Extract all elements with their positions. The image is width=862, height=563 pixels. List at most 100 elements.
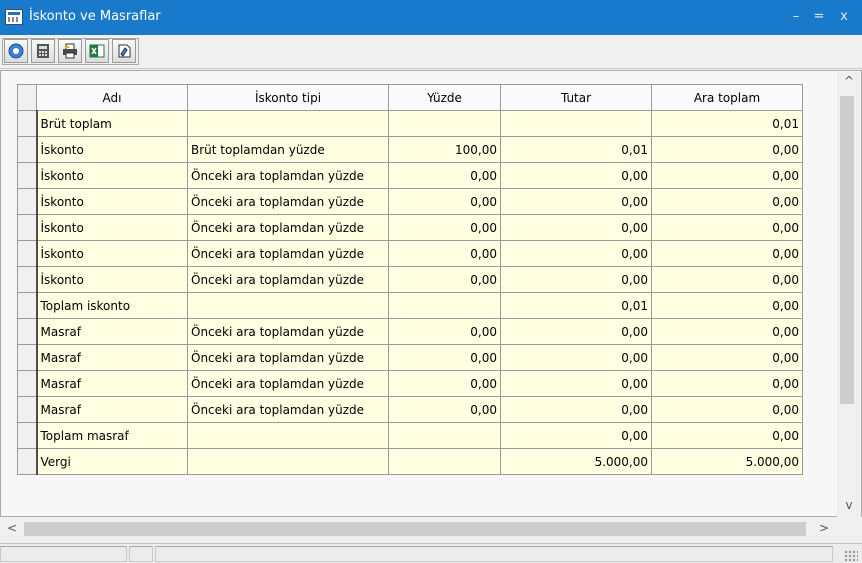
column-header-amount[interactable]: Tutar [500, 84, 652, 111]
table-row[interactable]: Toplam masraf 0,00 0,00 [17, 422, 803, 449]
row-selector[interactable] [17, 266, 38, 293]
cell-amount[interactable] [500, 110, 652, 137]
table-row[interactable]: Masraf Önceki ara toplamdan yüzde 0,00 0,00… [17, 370, 803, 397]
table-row[interactable]: İskonto Brüt toplamdan yüzde 100,00 0,01 0,0… [17, 136, 803, 163]
table-row[interactable]: Masraf Önceki ara toplamdan yüzde 0,00 0,00… [17, 344, 803, 371]
row-selector[interactable] [17, 136, 38, 163]
row-selector[interactable] [17, 448, 38, 475]
cell-subtotal[interactable]: 0,00 [651, 344, 803, 371]
cell-discount-type[interactable]: Önceki ara toplamdan yüzde [187, 396, 389, 423]
scroll-up-icon[interactable]: ^ [837, 74, 861, 92]
cell-discount-type[interactable] [187, 292, 389, 319]
print-button[interactable] [58, 39, 82, 63]
cell-discount-type[interactable]: Önceki ara toplamdan yüzde [187, 370, 389, 397]
properties-button[interactable] [112, 39, 136, 63]
cell-amount[interactable]: 0,00 [500, 266, 652, 293]
table-row[interactable]: İskonto Önceki ara toplamdan yüzde 0,00 0,0… [17, 214, 803, 241]
cell-subtotal[interactable]: 5.000,00 [651, 448, 803, 475]
cell-amount[interactable]: 5.000,00 [500, 448, 652, 475]
cell-subtotal[interactable]: 0,00 [651, 214, 803, 241]
cell-percent[interactable]: 0,00 [388, 396, 501, 423]
cell-discount-type[interactable]: Önceki ara toplamdan yüzde [187, 344, 389, 371]
cell-percent[interactable]: 0,00 [388, 188, 501, 215]
row-selector[interactable] [17, 344, 38, 371]
table-row[interactable]: Masraf Önceki ara toplamdan yüzde 0,00 0,00… [17, 318, 803, 345]
row-selector[interactable] [17, 188, 38, 215]
column-header-discount-type[interactable]: İskonto tipi [187, 84, 389, 111]
cell-percent-value[interactable]: 100,00 [455, 143, 497, 157]
cell-percent-editing[interactable]: 100,00 [388, 136, 501, 163]
cell-amount[interactable]: 0,01 [500, 292, 652, 319]
row-selector[interactable] [17, 162, 38, 189]
cell-percent[interactable]: 0,00 [388, 318, 501, 345]
cell-discount-type[interactable]: Önceki ara toplamdan yüzde [187, 240, 389, 267]
column-header-name[interactable]: Adı [36, 84, 188, 111]
cell-name[interactable]: Masraf [36, 370, 188, 397]
cell-percent[interactable]: 0,00 [388, 162, 501, 189]
table-row[interactable]: İskonto Önceki ara toplamdan yüzde 0,00 0,0… [17, 188, 803, 215]
cell-discount-type[interactable]: Brüt toplamdan yüzde [187, 136, 389, 163]
cell-subtotal[interactable]: 0,00 [651, 162, 803, 189]
cell-percent[interactable] [388, 422, 501, 449]
cell-amount[interactable]: 0,01 [500, 136, 652, 163]
cell-amount[interactable]: 0,00 [500, 214, 652, 241]
cell-discount-type[interactable]: Önceki ara toplamdan yüzde [187, 162, 389, 189]
row-selector[interactable] [17, 318, 38, 345]
cell-discount-type[interactable]: Önceki ara toplamdan yüzde [187, 266, 389, 293]
horizontal-scrollbar[interactable]: < > [0, 517, 862, 543]
cell-subtotal[interactable]: 0,00 [651, 266, 803, 293]
cell-subtotal[interactable]: 0,00 [651, 292, 803, 319]
cell-discount-type[interactable]: Önceki ara toplamdan yüzde [187, 188, 389, 215]
cell-name[interactable]: İskonto [36, 188, 188, 215]
cell-amount[interactable]: 0,00 [500, 370, 652, 397]
resize-grip-icon[interactable] [844, 550, 858, 562]
table-row[interactable]: İskonto Önceki ara toplamdan yüzde 0,00 0,0… [17, 266, 803, 293]
calculator-button[interactable] [31, 39, 55, 63]
cell-name[interactable]: İskonto [36, 266, 188, 293]
cell-amount[interactable]: 0,00 [500, 344, 652, 371]
cell-name[interactable]: İskonto [36, 162, 188, 189]
table-row[interactable]: İskonto Önceki ara toplamdan yüzde 0,00 0,0… [17, 162, 803, 189]
vertical-scrollbar[interactable]: ^ v [837, 72, 861, 517]
cell-amount[interactable]: 0,00 [500, 162, 652, 189]
excel-export-button[interactable] [85, 39, 109, 63]
cell-subtotal[interactable]: 0,00 [651, 136, 803, 163]
cell-name[interactable]: Masraf [36, 396, 188, 423]
cell-discount-type[interactable] [187, 448, 389, 475]
close-button[interactable]: x [836, 8, 852, 26]
horizontal-scroll-thumb[interactable] [24, 522, 806, 536]
cell-amount[interactable]: 0,00 [500, 318, 652, 345]
cell-subtotal[interactable]: 0,00 [651, 370, 803, 397]
cell-name[interactable]: Masraf [36, 344, 188, 371]
cell-name[interactable]: İskonto [36, 214, 188, 241]
cell-percent[interactable]: 0,00 [388, 266, 501, 293]
scroll-down-icon[interactable]: v [837, 498, 861, 516]
cell-amount[interactable]: 0,00 [500, 422, 652, 449]
cell-amount[interactable]: 0,00 [500, 240, 652, 267]
row-selector[interactable] [17, 370, 38, 397]
cell-discount-type[interactable]: Önceki ara toplamdan yüzde [187, 318, 389, 345]
cell-percent[interactable] [388, 110, 501, 137]
cell-name[interactable]: Brüt toplam [36, 110, 188, 137]
cell-amount[interactable]: 0,00 [500, 396, 652, 423]
cell-amount[interactable]: 0,00 [500, 188, 652, 215]
cell-percent[interactable]: 0,00 [388, 214, 501, 241]
cell-name[interactable]: İskonto [36, 136, 188, 163]
column-header-subtotal[interactable]: Ara toplam [651, 84, 803, 111]
table-row[interactable]: Masraf Önceki ara toplamdan yüzde 0,00 0,00… [17, 396, 803, 423]
cell-subtotal[interactable]: 0,00 [651, 422, 803, 449]
row-selector[interactable] [17, 110, 38, 137]
table-row[interactable]: Vergi 5.000,00 5.000,00 [17, 448, 803, 475]
row-selector[interactable] [17, 422, 38, 449]
scroll-left-icon[interactable]: < [4, 521, 20, 539]
cell-subtotal[interactable]: 0,00 [651, 318, 803, 345]
table-row[interactable]: Toplam iskonto 0,01 0,00 [17, 292, 803, 319]
cell-name[interactable]: Masraf [36, 318, 188, 345]
scroll-right-icon[interactable]: > [816, 521, 832, 539]
cell-discount-type[interactable] [187, 110, 389, 137]
row-selector[interactable] [17, 396, 38, 423]
table-row[interactable]: İskonto Önceki ara toplamdan yüzde 0,00 0,0… [17, 240, 803, 267]
vertical-scroll-thumb[interactable] [840, 96, 854, 404]
row-selector[interactable] [17, 292, 38, 319]
cell-subtotal[interactable]: 0,00 [651, 188, 803, 215]
